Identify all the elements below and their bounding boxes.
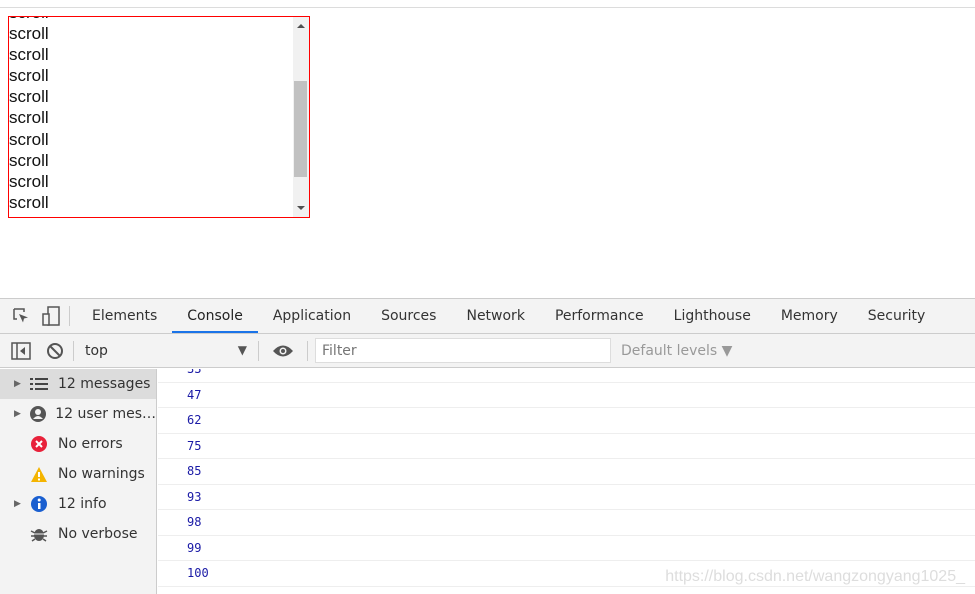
devtools-panel: Elements Console Application Sources Network…: [0, 298, 975, 594]
sidebar-item-info[interactable]: ▶ 12 info: [0, 489, 156, 519]
scroll-line: scroll: [9, 129, 49, 149]
scroll-line: scroll: [9, 66, 49, 86]
console-message: 98: [158, 510, 975, 536]
sidebar-item-error[interactable]: No errors: [0, 429, 156, 459]
scroll-container[interactable]: scroll scroll scroll scroll scroll scroll scro…: [8, 16, 310, 218]
tab-performance[interactable]: Performance: [540, 299, 659, 333]
inspect-element-icon[interactable]: [10, 305, 32, 327]
scroll-line: scroll: [9, 87, 49, 107]
scroll-line: scroll: [9, 192, 49, 212]
divider: [73, 340, 74, 361]
watermark: https://blog.csdn.net/wangzongyang1025_: [665, 568, 965, 585]
bug-icon: [28, 525, 50, 543]
sidebar-item-label: 12 user mes…: [55, 406, 156, 422]
info-icon: [28, 495, 50, 513]
sidebar-item-label: 12 messages: [58, 376, 151, 392]
expand-triangle-icon[interactable]: ▶: [0, 379, 21, 389]
eye-icon[interactable]: [272, 340, 294, 362]
clear-console-icon[interactable]: [44, 340, 66, 362]
chevron-down-icon: ▼: [237, 342, 247, 357]
console-message: 33: [158, 369, 975, 383]
error-icon: [28, 435, 50, 453]
tab-elements[interactable]: Elements: [77, 299, 172, 333]
scroll-content: scroll scroll scroll scroll scroll scroll scro…: [9, 17, 49, 217]
tab-memory[interactable]: Memory: [766, 299, 853, 333]
context-value: top: [85, 342, 108, 359]
sidebar-item-label: No verbose: [58, 526, 138, 542]
devtools-tabbar: Elements Console Application Sources Network…: [0, 299, 975, 334]
scroll-line: scroll: [9, 108, 49, 128]
expand-triangle-icon[interactable]: ▶: [0, 499, 21, 509]
divider: [69, 306, 70, 326]
tab-console[interactable]: Console: [172, 299, 258, 333]
console-message: 75: [158, 434, 975, 459]
console-output: 33 47 62 75 85 93 98 99 100: [158, 369, 975, 594]
sidebar-item-label: 12 info: [58, 496, 107, 512]
scroll-line: scroll: [9, 150, 49, 170]
console-message: 62: [158, 408, 975, 434]
context-selector[interactable]: top ▼: [81, 343, 251, 359]
scroll-line: scroll: [9, 17, 49, 23]
warning-icon: [28, 466, 50, 483]
scroll-line: scroll: [9, 171, 49, 191]
console-message: 47: [158, 383, 975, 408]
tab-sources[interactable]: Sources: [366, 299, 451, 333]
sidebar-item-list[interactable]: ▶ 12 messages: [0, 369, 156, 399]
scroll-line: scroll: [9, 213, 49, 217]
console-sidebar: ▶ 12 messages ▶ 12 user mes… No errors No war…: [0, 369, 157, 594]
console-toolbar: top ▼ Default levels ▼: [0, 334, 975, 368]
console-message: 99: [158, 536, 975, 561]
divider: [258, 340, 259, 361]
scrollbar-thumb[interactable]: [294, 81, 307, 177]
divider: [307, 340, 308, 361]
sidebar-item-label: No warnings: [58, 466, 145, 482]
scroll-line: scroll: [9, 24, 49, 44]
tab-network[interactable]: Network: [451, 299, 539, 333]
tab-lighthouse[interactable]: Lighthouse: [659, 299, 766, 333]
scroll-line: scroll: [9, 45, 49, 65]
page-divider: [0, 7, 975, 8]
show-sidebar-icon[interactable]: [10, 340, 32, 362]
sidebar-item-bug[interactable]: No verbose: [0, 519, 156, 549]
expand-triangle-icon[interactable]: ▶: [0, 409, 21, 419]
console-message: 85: [158, 459, 975, 485]
scroll-down-arrow-icon[interactable]: [297, 206, 305, 210]
log-levels-dropdown[interactable]: Default levels ▼: [621, 343, 732, 359]
list-icon: [28, 378, 50, 390]
scrollbar[interactable]: [293, 17, 309, 217]
scroll-up-arrow-icon[interactable]: [297, 24, 305, 28]
device-toolbar-icon[interactable]: [40, 305, 62, 327]
sidebar-item-user[interactable]: ▶ 12 user mes…: [0, 399, 156, 429]
console-message: 93: [158, 485, 975, 510]
sidebar-item-label: No errors: [58, 436, 123, 452]
filter-input[interactable]: [315, 338, 611, 363]
tab-security[interactable]: Security: [853, 299, 941, 333]
sidebar-item-warning[interactable]: No warnings: [0, 459, 156, 489]
user-icon: [28, 405, 47, 423]
tab-application[interactable]: Application: [258, 299, 366, 333]
